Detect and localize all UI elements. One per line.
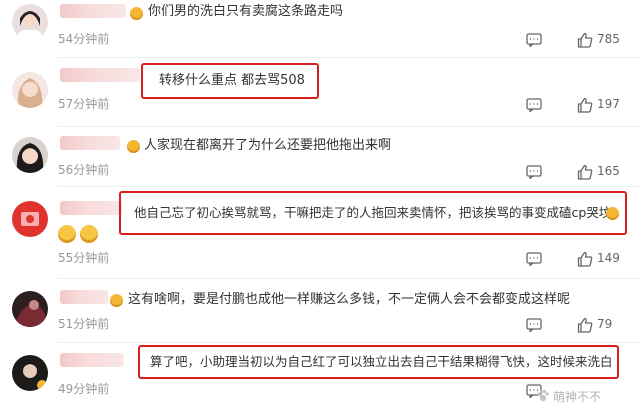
emoji-icon <box>127 140 140 153</box>
comment-item: 算了吧，小助理当初以为自己红了可以独立出去自己干结果糊得飞快，这时候来洗白 49… <box>0 343 640 418</box>
comment-item: 转移什么重点 都去骂508 57分钟前 197 <box>0 58 640 122</box>
comment-item: 这有啥啊，要是付鹏也成他一样赚这么多钱，不一定俩人会不会都变成这样呢 51分钟前… <box>0 279 640 341</box>
comment-time: 57分钟前 <box>58 97 110 111</box>
avatar[interactable] <box>12 137 48 173</box>
emoji-row <box>58 225 102 247</box>
comment-time: 51分钟前 <box>58 317 110 331</box>
like-count: 785 <box>597 32 620 46</box>
username-blurred[interactable] <box>60 68 140 82</box>
thumbs-up-icon[interactable] <box>577 317 593 333</box>
like-count: 197 <box>597 97 620 111</box>
like-count: 149 <box>597 251 620 265</box>
thumbs-up-icon[interactable] <box>577 32 593 48</box>
avatar[interactable] <box>12 201 48 237</box>
like-count: 79 <box>597 317 613 331</box>
avatar[interactable] <box>12 4 48 40</box>
paw-logo-icon <box>537 390 549 402</box>
avatar[interactable] <box>12 72 48 108</box>
comment-item: 人家现在都离开了为什么还要把他拖出来啊 56分钟前 165 <box>0 127 640 187</box>
comment-bubble-icon[interactable] <box>526 98 542 112</box>
comment-item: 他自己忘了初心挨骂就骂，干嘛把走了的人拖回来卖情怀，把该挨骂的事变成磕cp哭坟 … <box>0 187 640 277</box>
username-blurred[interactable] <box>60 4 126 18</box>
comment-item: 你们男的洗白只有卖腐这条路走吗 54分钟前 785 <box>0 0 640 56</box>
comment-time: 54分钟前 <box>58 32 110 46</box>
username-blurred[interactable] <box>60 353 124 367</box>
username-blurred[interactable] <box>60 290 108 304</box>
comment-bubble-icon[interactable] <box>526 318 542 332</box>
comment-text: 算了吧，小助理当初以为自己红了可以独立出去自己干结果糊得飞快，这时候来洗白 <box>150 354 613 369</box>
comment-time: 56分钟前 <box>58 163 110 177</box>
emoji-icon <box>110 294 123 307</box>
thumbs-up-icon[interactable] <box>577 164 593 180</box>
comment-bubble-icon[interactable] <box>526 165 542 179</box>
avatar[interactable] <box>12 291 48 327</box>
watermark: 萌神不不 <box>536 388 601 405</box>
crying-emoji-icon <box>58 225 76 243</box>
watermark-text: 萌神不不 <box>553 390 602 404</box>
comment-bubble-icon[interactable] <box>526 252 542 266</box>
username-blurred[interactable] <box>60 201 122 215</box>
comment-bubble-icon[interactable] <box>526 33 542 47</box>
thumbs-up-icon[interactable] <box>577 251 593 267</box>
comment-text: 转移什么重点 都去骂508 <box>159 73 305 88</box>
crying-emoji-icon <box>80 225 98 243</box>
username-blurred[interactable] <box>60 136 120 150</box>
comment-time: 49分钟前 <box>58 382 110 396</box>
thumbs-up-icon[interactable] <box>577 97 593 113</box>
like-count: 165 <box>597 164 620 178</box>
comment-text: 他自己忘了初心挨骂就骂，干嘛把走了的人拖回来卖情怀，把该挨骂的事变成磕cp哭坟 <box>134 205 612 220</box>
comment-time: 55分钟前 <box>58 251 110 265</box>
comment-text: 这有啥啊，要是付鹏也成他一样赚这么多钱，不一定俩人会不会都变成这样呢 <box>128 292 571 307</box>
comment-text: 你们男的洗白只有卖腐这条路走吗 <box>148 4 344 19</box>
avatar[interactable] <box>12 355 48 391</box>
comment-text: 人家现在都离开了为什么还要把他拖出来啊 <box>144 138 392 153</box>
emoji-icon <box>130 7 143 20</box>
emoji-icon <box>606 207 619 220</box>
